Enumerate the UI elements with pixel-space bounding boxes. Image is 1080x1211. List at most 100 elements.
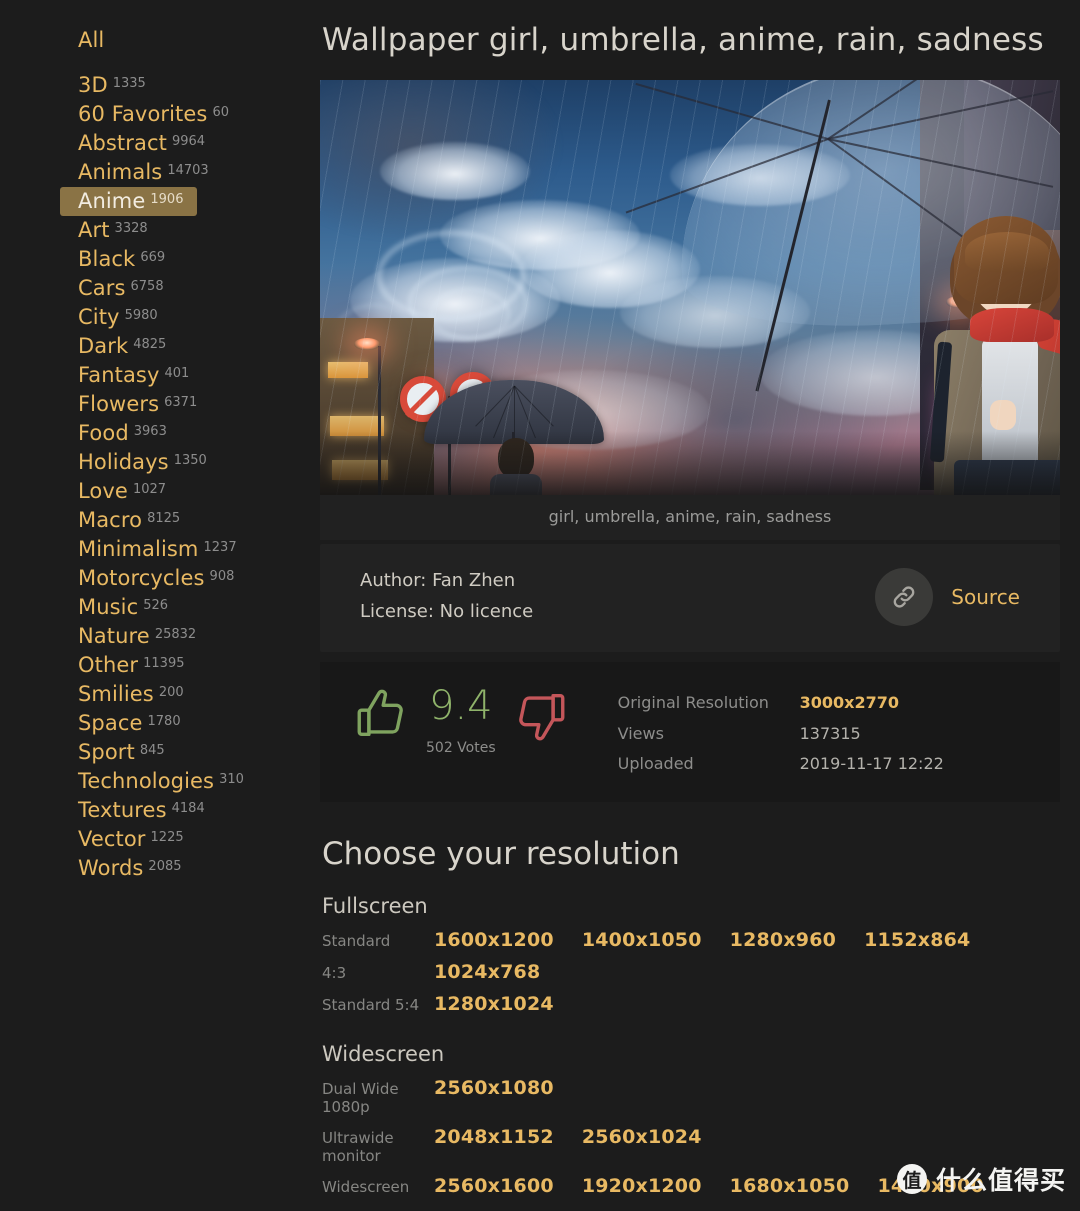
sidebar-item-label: Textures xyxy=(78,798,167,822)
resolution-link[interactable]: 2560x1600 xyxy=(434,1175,554,1197)
sidebar-item-label: All xyxy=(78,28,105,52)
resolution-link[interactable]: 1280x960 xyxy=(730,929,836,951)
author-meta-panel: Author: Fan Zhen License: No licence Sou… xyxy=(320,544,1060,652)
sidebar-item-label: Holidays xyxy=(78,450,169,474)
sidebar-item-label: Other xyxy=(78,653,139,677)
sidebar-item-motorcycles[interactable]: Motorcycles 908 xyxy=(60,564,234,593)
info-value: 137315 xyxy=(799,723,861,743)
sidebar-item-count: 6758 xyxy=(130,279,164,294)
sidebar-item-fantasy[interactable]: Fantasy 401 xyxy=(60,361,200,390)
resolution-row-label: Standard xyxy=(322,932,391,951)
sidebar-item-count: 1780 xyxy=(147,714,181,729)
sidebar-item-count: 908 xyxy=(209,569,235,584)
sidebar-item-love[interactable]: Love 1027 xyxy=(60,477,200,506)
resolution-link[interactable]: 1920x1200 xyxy=(582,1175,702,1197)
info-row: Views 137315 xyxy=(618,719,944,750)
sidebar-item-space[interactable]: Space 1780 xyxy=(60,709,200,738)
page-title: Wallpaper girl, umbrella, anime, rain, s… xyxy=(322,22,1044,58)
sidebar-item-sport[interactable]: Sport 845 xyxy=(60,738,200,767)
sidebar-item-anime[interactable]: Anime 1906 xyxy=(60,187,198,216)
score-block: 9.4 502 Votes xyxy=(426,686,496,756)
sidebar-item-textures[interactable]: Textures 4184 xyxy=(60,796,205,825)
sidebar-item-vector[interactable]: Vector 1225 xyxy=(60,825,200,854)
resolution-link[interactable]: 1280x1024 xyxy=(434,993,554,1015)
thumbs-down-icon[interactable] xyxy=(512,686,570,748)
sidebar-item-count: 5980 xyxy=(124,308,158,323)
sidebar-item-technologies[interactable]: Technologies 310 xyxy=(60,767,244,796)
info-key: Uploaded xyxy=(617,754,694,774)
rating-block: 9.4 502 Votes xyxy=(352,680,570,756)
sidebar-item-count: 60 xyxy=(212,105,230,120)
image-bottom-fade xyxy=(320,431,1060,495)
stats-panel: 9.4 502 Votes Original Resolution 3000x27… xyxy=(320,661,1060,803)
source-link[interactable]: Source xyxy=(951,585,1020,609)
sidebar-item-label: Dark xyxy=(78,334,129,358)
image-caption: girl, umbrella, anime, rain, sadness xyxy=(320,495,1060,540)
sidebar-item-label: Space xyxy=(78,711,143,735)
sidebar-item-count: 3328 xyxy=(114,221,148,236)
sidebar-item-macro[interactable]: Macro 8125 xyxy=(60,506,200,535)
sidebar-item-3d[interactable]: 3D 1335 xyxy=(60,71,200,100)
sidebar-item-count: 669 xyxy=(140,250,166,265)
resolution-link-list: 2560x1080 xyxy=(434,1077,554,1099)
category-sidebar: All 3D 1335 60 Favorites 60 Abstract 9964 Anim… xyxy=(0,0,320,1211)
resolution-link[interactable]: 1680x1050 xyxy=(730,1175,850,1197)
sidebar-item-count: 6371 xyxy=(164,395,198,410)
sidebar-item-count: 1350 xyxy=(173,453,207,468)
sidebar-item-count: 1237 xyxy=(203,540,237,555)
resolution-link[interactable]: 2560x1080 xyxy=(434,1077,554,1099)
resolution-link-list: 1600x1200 1400x1050 1280x960 1152x864 xyxy=(434,929,970,951)
info-key: Views xyxy=(617,723,664,743)
link-icon[interactable] xyxy=(875,567,934,626)
sidebar-item-music[interactable]: Music 526 xyxy=(60,593,200,622)
sidebar-item-label: Minimalism xyxy=(78,537,199,561)
sidebar-item-count: 526 xyxy=(143,598,169,613)
sidebar-item-food[interactable]: Food 3963 xyxy=(60,419,200,448)
resolution-link[interactable]: 1400x1050 xyxy=(582,929,702,951)
wallpaper-preview-image[interactable]: 力 xyxy=(320,80,1060,495)
sidebar-item-abstract[interactable]: Abstract 9964 xyxy=(60,129,205,158)
sidebar-item-count: 200 xyxy=(158,685,184,700)
resolution-row: Dual Wide 1080p 2560x1080 xyxy=(320,1072,1060,1121)
sidebar-item-label: Smilies xyxy=(78,682,154,706)
thumbs-up-icon[interactable] xyxy=(352,686,410,748)
sidebar-item-flowers[interactable]: Flowers 6371 xyxy=(60,390,200,419)
sidebar-item-art[interactable]: Art 3328 xyxy=(60,216,200,245)
sidebar-item-count: 14703 xyxy=(167,163,209,178)
sidebar-item-60-favorites[interactable]: 60 Favorites 60 xyxy=(60,100,229,129)
resolution-row-label: Widescreen xyxy=(322,1178,410,1197)
info-key: Original Resolution xyxy=(617,692,769,712)
resolution-link[interactable]: 2560x1024 xyxy=(582,1126,702,1148)
resolution-row: Standard 5:4 1280x1024 xyxy=(320,988,1060,1020)
sidebar-item-cars[interactable]: Cars 6758 xyxy=(60,274,200,303)
wallpaper-card: 力 xyxy=(320,80,1060,1202)
resolution-link[interactable]: 1152x864 xyxy=(864,929,970,951)
sidebar-item-words[interactable]: Words 2085 xyxy=(60,854,200,883)
sidebar-item-other[interactable]: Other 11395 xyxy=(60,651,200,680)
sidebar-item-count: 11395 xyxy=(143,656,185,671)
sidebar-item-count: 1225 xyxy=(150,830,184,845)
resolution-group-title: Fullscreen xyxy=(322,894,428,919)
resolution-link[interactable]: 1024x768 xyxy=(434,961,540,983)
sidebar-item-nature[interactable]: Nature 25832 xyxy=(60,622,200,651)
sidebar-item-black[interactable]: Black 669 xyxy=(60,245,200,274)
sidebar-item-count: 2085 xyxy=(148,859,182,874)
sidebar-item-label: Black xyxy=(78,247,136,271)
sidebar-item-holidays[interactable]: Holidays 1350 xyxy=(60,448,207,477)
author-license-block: Author: Fan Zhen License: No licence xyxy=(360,566,533,628)
rating-score: 9.4 xyxy=(429,682,493,729)
watermark-text: 什么值得买 xyxy=(935,1166,1066,1195)
sidebar-item-label: Anime xyxy=(78,189,146,213)
resolution-link[interactable]: 1600x1200 xyxy=(434,929,554,951)
sidebar-item-smilies[interactable]: Smilies 200 xyxy=(60,680,200,709)
resolution-group-title: Widescreen xyxy=(322,1042,445,1067)
sidebar-item-city[interactable]: City 5980 xyxy=(60,303,200,332)
sidebar-item-all[interactable]: All xyxy=(60,26,200,55)
resolution-link[interactable]: 2048x1152 xyxy=(434,1126,554,1148)
site-watermark: 值 什么值得买 xyxy=(896,1161,1066,1197)
sidebar-item-count: 845 xyxy=(139,743,165,758)
sidebar-item-animals[interactable]: Animals 14703 xyxy=(60,158,209,187)
sidebar-item-dark[interactable]: Dark 4825 xyxy=(60,332,200,361)
resolution-link-list: 1280x1024 xyxy=(434,993,554,1015)
sidebar-item-minimalism[interactable]: Minimalism 1237 xyxy=(60,535,237,564)
